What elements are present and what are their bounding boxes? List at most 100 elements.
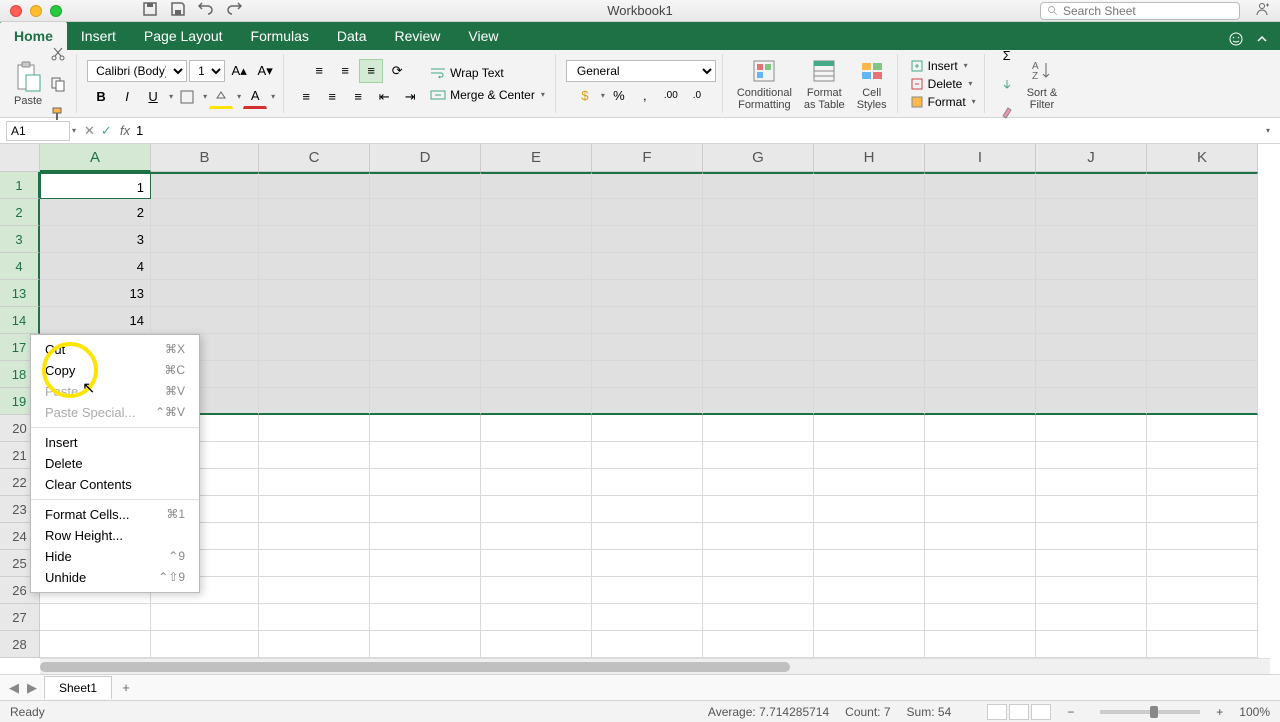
cell[interactable] (1036, 415, 1147, 442)
cell[interactable] (370, 199, 481, 226)
cell[interactable] (925, 280, 1036, 307)
cell[interactable] (151, 280, 259, 307)
cell[interactable] (1036, 523, 1147, 550)
cell[interactable] (925, 388, 1036, 415)
italic-button[interactable]: I (115, 85, 139, 109)
cell[interactable] (481, 550, 592, 577)
cell[interactable] (1147, 253, 1258, 280)
cell[interactable] (1147, 604, 1258, 631)
cell[interactable] (925, 361, 1036, 388)
cell[interactable] (1036, 361, 1147, 388)
cell[interactable] (592, 469, 703, 496)
save-icon[interactable] (170, 1, 186, 20)
page-layout-view-icon[interactable] (1009, 704, 1029, 720)
cell[interactable] (1147, 496, 1258, 523)
comma-icon[interactable]: , (633, 84, 657, 108)
cell[interactable] (592, 442, 703, 469)
cell[interactable] (1036, 280, 1147, 307)
cell[interactable] (259, 199, 370, 226)
cell[interactable] (370, 631, 481, 658)
minimize-window-icon[interactable] (30, 5, 42, 17)
cell[interactable] (481, 496, 592, 523)
sort-filter-button[interactable]: AZ Sort & Filter (1023, 57, 1062, 111)
tab-review[interactable]: Review (380, 22, 454, 50)
row-header[interactable]: 28 (0, 631, 40, 658)
row-header[interactable]: 1 (0, 172, 40, 199)
number-format-select[interactable]: General (566, 60, 716, 82)
tab-data[interactable]: Data (323, 22, 381, 50)
cell[interactable] (370, 415, 481, 442)
cell[interactable] (703, 361, 814, 388)
column-header[interactable]: F (592, 144, 703, 172)
conditional-formatting-button[interactable]: Conditional Formatting (733, 57, 796, 111)
cell[interactable] (1147, 388, 1258, 415)
bold-button[interactable]: B (89, 85, 113, 109)
cell[interactable] (592, 199, 703, 226)
autosum-icon[interactable]: Σ (995, 44, 1019, 68)
cell[interactable] (592, 388, 703, 415)
cell[interactable] (592, 334, 703, 361)
cell[interactable] (814, 550, 925, 577)
cell[interactable] (370, 442, 481, 469)
cell[interactable] (481, 442, 592, 469)
cell[interactable] (1036, 388, 1147, 415)
cell[interactable] (370, 253, 481, 280)
cell[interactable] (151, 307, 259, 334)
clear-icon[interactable] (995, 100, 1019, 124)
copy-icon[interactable] (46, 72, 70, 96)
ctx-hide[interactable]: Hide⌃9 (31, 546, 199, 567)
cell[interactable] (259, 361, 370, 388)
horizontal-scrollbar[interactable] (40, 658, 1270, 674)
cell[interactable] (925, 631, 1036, 658)
cell[interactable] (481, 334, 592, 361)
zoom-window-icon[interactable] (50, 5, 62, 17)
cell[interactable] (925, 199, 1036, 226)
cell[interactable] (1147, 523, 1258, 550)
cell[interactable] (40, 604, 151, 631)
cell[interactable] (925, 442, 1036, 469)
decrease-decimal-icon[interactable]: .0 (685, 84, 709, 108)
cell[interactable] (814, 226, 925, 253)
cell[interactable] (370, 523, 481, 550)
cell[interactable] (1036, 253, 1147, 280)
cell[interactable] (925, 496, 1036, 523)
cell[interactable] (1036, 631, 1147, 658)
cell[interactable] (703, 280, 814, 307)
decrease-font-icon[interactable]: A▾ (253, 59, 277, 83)
cell[interactable] (592, 172, 703, 199)
tab-formulas[interactable]: Formulas (237, 22, 323, 50)
cell[interactable] (925, 469, 1036, 496)
sheet-tab[interactable]: Sheet1 (44, 676, 112, 699)
decrease-indent-icon[interactable]: ⇤ (372, 85, 396, 109)
cell[interactable] (1147, 631, 1258, 658)
cell[interactable] (925, 523, 1036, 550)
cell[interactable]: 14 (40, 307, 151, 334)
cut-icon[interactable] (46, 42, 70, 66)
cell[interactable] (1036, 307, 1147, 334)
cell[interactable] (259, 496, 370, 523)
insert-cells-button[interactable]: Insert▾ (908, 58, 978, 74)
ctx-copy[interactable]: Copy⌘C (31, 360, 199, 381)
column-header[interactable]: J (1036, 144, 1147, 172)
cell[interactable] (370, 604, 481, 631)
cell[interactable] (703, 253, 814, 280)
increase-decimal-icon[interactable]: .00 (659, 84, 683, 108)
cell[interactable] (814, 415, 925, 442)
cell[interactable] (481, 631, 592, 658)
zoom-in-icon[interactable]: + (1216, 705, 1223, 719)
cell[interactable] (259, 523, 370, 550)
cell[interactable] (370, 280, 481, 307)
row-header[interactable]: 27 (0, 604, 40, 631)
column-header[interactable]: K (1147, 144, 1258, 172)
cell[interactable] (703, 415, 814, 442)
cell[interactable] (151, 631, 259, 658)
cell[interactable] (259, 604, 370, 631)
cell[interactable] (703, 172, 814, 199)
cell[interactable] (1147, 442, 1258, 469)
sheet-nav-prev-icon[interactable]: ◀ (6, 680, 22, 696)
cell[interactable] (481, 361, 592, 388)
cell[interactable] (151, 253, 259, 280)
cell[interactable] (1147, 172, 1258, 199)
cell[interactable] (814, 388, 925, 415)
ctx-insert[interactable]: Insert (31, 432, 199, 453)
